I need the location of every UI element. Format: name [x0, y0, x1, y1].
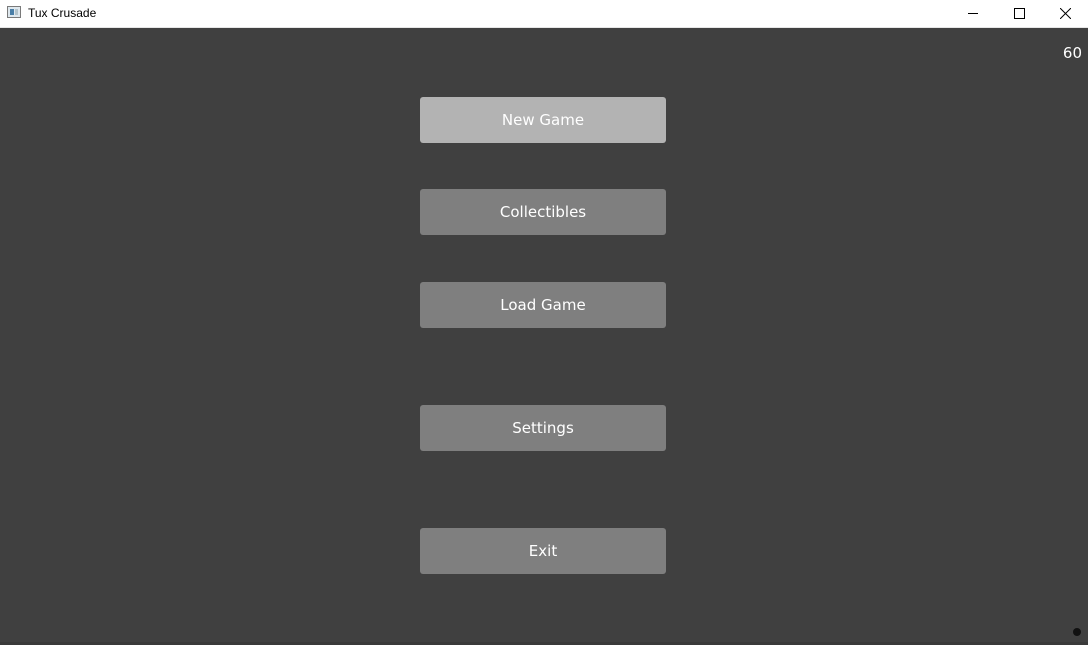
load-game-button[interactable]: Load Game: [420, 282, 666, 328]
corner-indicator: [1073, 628, 1081, 636]
close-icon: [1059, 8, 1071, 19]
new-game-button[interactable]: New Game: [420, 97, 666, 143]
maximize-button[interactable]: [996, 0, 1042, 27]
settings-button[interactable]: Settings: [420, 405, 666, 451]
game-window: Tux Crusade 60 New Game Collectibles Loa…: [0, 0, 1088, 645]
window-title: Tux Crusade: [28, 6, 97, 20]
collectibles-button[interactable]: Collectibles: [420, 189, 666, 235]
fps-counter: 60: [1062, 44, 1082, 62]
close-button[interactable]: [1042, 0, 1088, 27]
new-game-label: New Game: [501, 111, 585, 129]
minimize-icon: [967, 13, 978, 14]
maximize-icon: [1013, 8, 1025, 19]
exit-button[interactable]: Exit: [420, 528, 666, 574]
app-window-icon: [7, 6, 21, 18]
exit-label: Exit: [528, 542, 558, 560]
minimize-button[interactable]: [950, 0, 996, 27]
title-bar[interactable]: Tux Crusade: [0, 0, 1088, 28]
settings-label: Settings: [512, 419, 574, 437]
collectibles-label: Collectibles: [499, 203, 587, 221]
load-game-label: Load Game: [500, 296, 586, 314]
